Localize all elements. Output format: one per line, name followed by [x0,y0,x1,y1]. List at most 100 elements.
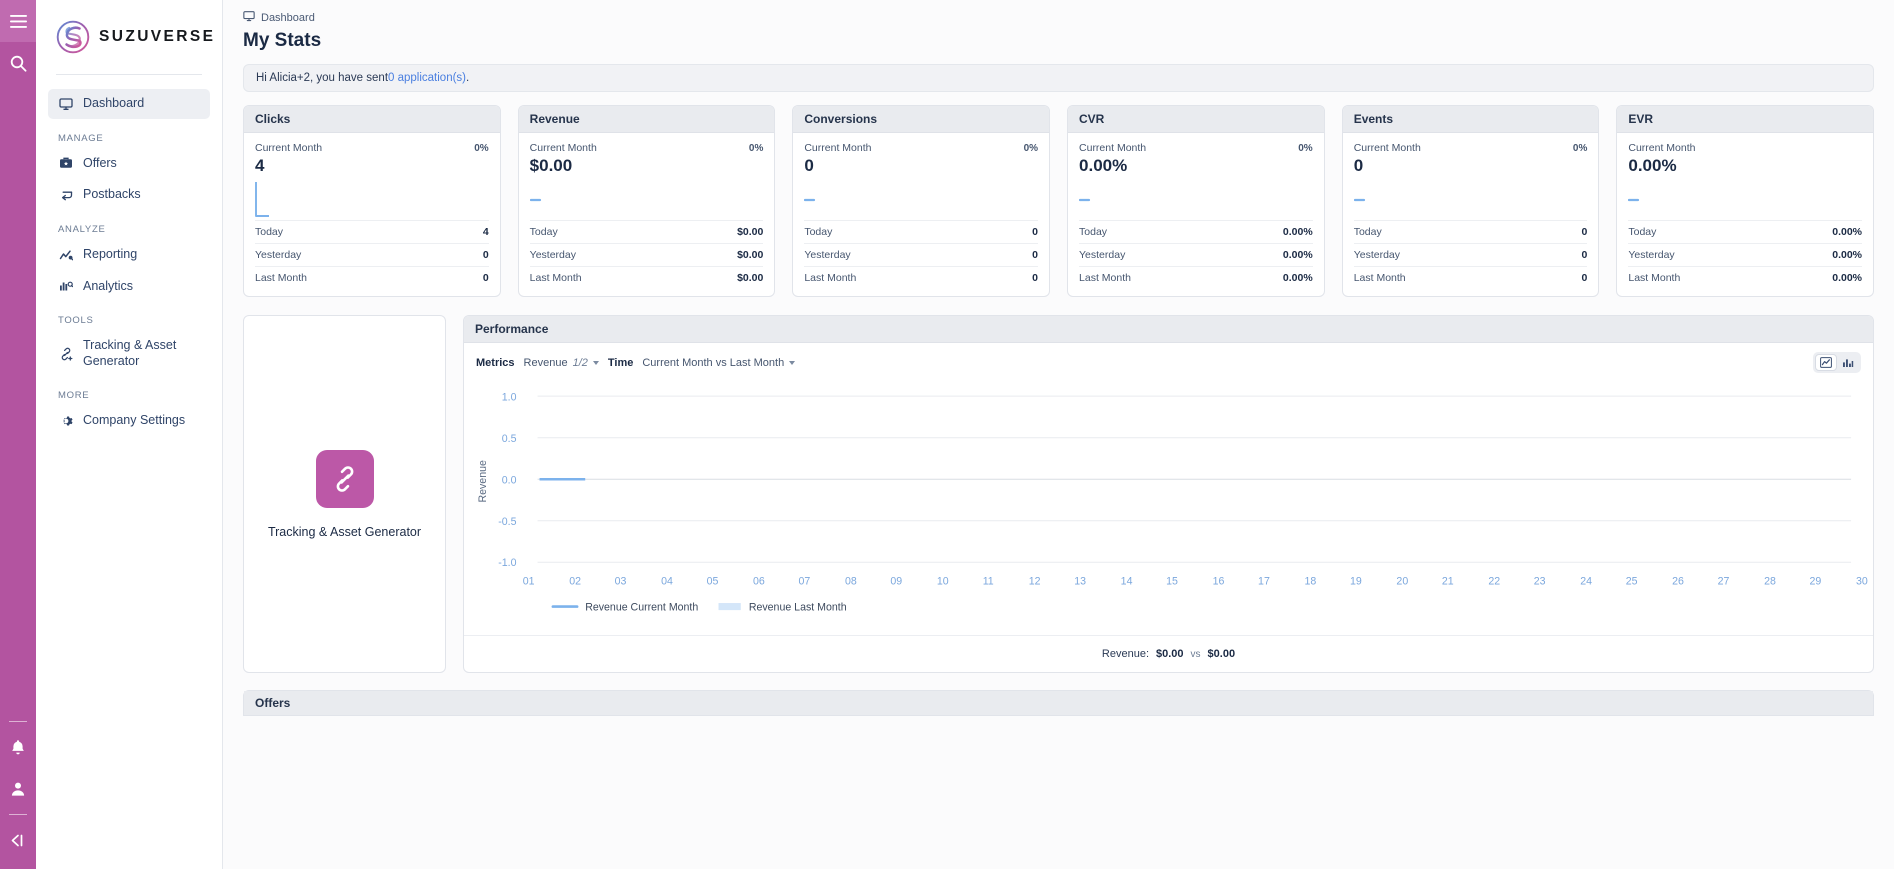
stat-row-today: Today $0.00 [530,220,764,243]
sidebar-item-label: Tracking & Asset Generator [83,338,200,369]
sidebar-item-analytics[interactable]: Analytics [48,272,210,302]
hamburger-menu-icon[interactable] [0,0,36,42]
stat-card-top: Current Month 0% [1354,142,1588,154]
stat-card-body: Current Month 0.00% [1617,133,1873,220]
sidebar: SUZUVERSE Dashboard MANAGE Offers [36,0,223,869]
stat-card-title: CVR [1068,106,1324,133]
stat-row-label: Yesterday [804,249,850,261]
stat-value: 0.00% [1628,156,1862,176]
stat-row-label: Today [1628,226,1656,238]
breadcrumb-label[interactable]: Dashboard [261,12,315,24]
sparkline-chart [1628,180,1862,220]
sidebar-item-company-settings[interactable]: Company Settings [48,406,210,436]
stat-row-value: 0 [1582,249,1588,261]
stat-card-top: Current Month 0% [255,142,489,154]
greeting-banner: Hi Alicia+2, you have sent 0 application… [243,64,1874,92]
stat-value: 4 [255,156,489,176]
metrics-label: Metrics [476,357,515,369]
greeting-suffix: . [466,72,469,84]
stat-card-revenue: Revenue Current Month 0% $0.00 Today $0.… [518,105,776,297]
stat-delta-badge: 0% [1573,143,1587,154]
stat-period-label: Current Month [1628,142,1695,154]
footer-current-value: $0.00 [1156,648,1184,660]
sidebar-item-label: Reporting [83,247,137,263]
stat-card-title: Clicks [244,106,500,133]
stat-card-conversions: Conversions Current Month 0% 0 Today 0 [792,105,1050,297]
stat-row-label: Yesterday [1354,249,1400,261]
tool-tile-label: Tracking & Asset Generator [268,525,421,539]
bell-icon[interactable] [0,726,36,768]
search-icon[interactable] [0,42,36,84]
sidebar-item-reporting[interactable]: Reporting [48,240,210,270]
sidebar-item-postbacks[interactable]: Postbacks [48,180,210,210]
stat-row-label: Last Month [530,272,582,284]
stat-delta-badge: 0% [749,143,763,154]
sidebar-item-offers[interactable]: Offers [48,149,210,179]
stat-row-value: $0.00 [737,226,763,238]
stat-card-evr: EVR Current Month 0.00% Today 0.00% [1616,105,1874,297]
link-chain-icon [316,450,374,508]
stat-card-body: Current Month 0% 0 [1343,133,1599,220]
stat-row-today: Today 0.00% [1628,220,1862,243]
stat-card-rows: Today 4 Yesterday 0 Last Month 0 [244,220,500,296]
stat-row-label: Yesterday [255,249,301,261]
page-title: My Stats [243,30,1874,52]
time-dropdown[interactable]: Current Month vs Last Month [642,357,795,369]
stat-card-rows: Today 0 Yesterday 0 Last Month 0 [793,220,1049,296]
offers-section: Offers [243,690,1874,716]
stat-row-last-month: Last Month 0.00% [1628,266,1862,289]
stat-card-rows: Today 0 Yesterday 0 Last Month 0 [1343,220,1599,296]
stat-card-rows: Today $0.00 Yesterday $0.00 Last Month $… [519,220,775,296]
performance-card: Performance Metrics Revenue 1/2 Time Cur… [463,315,1874,673]
breadcrumb: Dashboard [243,0,1874,25]
stat-row-label: Last Month [1628,272,1680,284]
collapse-icon[interactable] [0,819,36,861]
metrics-dropdown[interactable]: Revenue 1/2 [524,357,599,369]
line-chart-icon[interactable] [1815,354,1837,371]
stat-row-value: 0.00% [1283,226,1313,238]
sidebar-item-tracking-asset-generator[interactable]: Tracking & Asset Generator [48,331,210,376]
monitor-icon [58,97,73,111]
user-icon[interactable] [0,768,36,810]
rail-bottom-group [0,717,36,869]
stat-row-yesterday: Yesterday 0 [804,243,1038,266]
sidebar-item-label: Postbacks [83,187,141,203]
stat-row-value: 0.00% [1283,249,1313,261]
icon-rail [0,0,36,869]
sparkline-chart [530,180,764,220]
stat-card-cvr: CVR Current Month 0% 0.00% Today 0.00% [1067,105,1325,297]
stat-card-rows: Today 0.00% Yesterday 0.00% Last Month 0… [1617,220,1873,296]
stat-row-today: Today 4 [255,220,489,243]
sidebar-group-manage: MANAGE [48,133,210,144]
stat-card-events: Events Current Month 0% 0 Today 0 [1342,105,1600,297]
link-plus-icon [58,347,73,361]
stat-delta-badge: 0% [1024,143,1038,154]
stat-row-value: 0 [483,249,489,261]
sidebar-item-dashboard[interactable]: Dashboard [48,89,210,119]
stat-delta-badge: 0% [474,143,488,154]
stat-row-value: 0 [1032,272,1038,284]
metrics-value: Revenue [524,357,568,369]
stat-row-value: $0.00 [737,272,763,284]
stat-row-value: 0 [1032,226,1038,238]
stat-card-body: Current Month 0% 4 [244,133,500,220]
stat-row-last-month: Last Month 0 [804,266,1038,289]
stat-value: 0.00% [1079,156,1313,176]
stat-card-body: Current Month 0% 0.00% [1068,133,1324,220]
stat-row-label: Today [1354,226,1382,238]
sidebar-group-tools: TOOLS [48,315,210,326]
stat-period-label: Current Month [804,142,871,154]
brand-logo[interactable]: SUZUVERSE [48,0,210,74]
lower-row: Tracking & Asset Generator Performance M… [243,315,1874,673]
stat-period-label: Current Month [1079,142,1146,154]
stat-row-today: Today 0 [1354,220,1588,243]
stat-row-value: 0.00% [1832,249,1862,261]
suzuverse-logo-icon [56,20,90,54]
bar-chart-icon[interactable] [1837,354,1859,371]
applications-link[interactable]: 0 application(s) [388,72,466,84]
stat-row-label: Today [255,226,283,238]
tool-tile-tracking-asset-generator[interactable]: Tracking & Asset Generator [243,315,446,673]
stat-row-last-month: Last Month 0.00% [1079,266,1313,289]
stat-row-last-month: Last Month 0 [1354,266,1588,289]
footer-metric-label: Revenue: [1102,648,1149,660]
